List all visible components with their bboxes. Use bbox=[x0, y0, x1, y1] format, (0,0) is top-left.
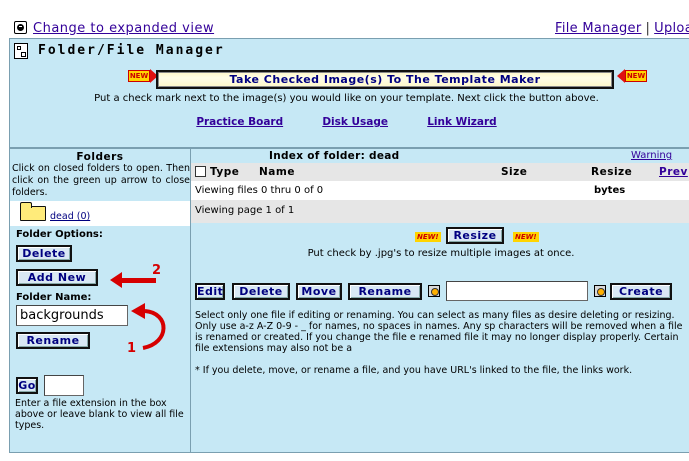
page-count-row: Viewing page 1 of 1 bbox=[191, 200, 689, 223]
header-links: Practice Board Disk Usage Link Wizard bbox=[10, 116, 683, 128]
folder-name-label: Folder Name: bbox=[16, 292, 92, 303]
resize-hint: Put check by .jpg's to resize multiple i… bbox=[307, 248, 575, 259]
viewing-page-text: Viewing page 1 of 1 bbox=[195, 205, 295, 216]
folders-description: Click on closed folders to open. Then cl… bbox=[12, 163, 190, 198]
folder-picker-icon[interactable] bbox=[428, 285, 440, 297]
template-maker-button[interactable]: Take Checked Image(s) To The Template Ma… bbox=[156, 70, 614, 89]
new-arrow-left-icon: NEW bbox=[128, 69, 158, 83]
warning-link[interactable]: Warning bbox=[631, 150, 672, 161]
folders-title: Folders bbox=[76, 151, 124, 163]
file-help-text: Select only one file if editing or renam… bbox=[195, 310, 683, 376]
folder-options-label: Folder Options: bbox=[16, 229, 103, 240]
rename-folder-button[interactable]: Rename bbox=[16, 332, 90, 349]
practice-board-link[interactable]: Practice Board bbox=[196, 116, 283, 128]
folders-panel: Folders Click on closed folders to open.… bbox=[9, 148, 191, 453]
edit-button[interactable]: Edit bbox=[195, 283, 225, 300]
folder-tree-icon bbox=[14, 43, 28, 59]
extension-help-text: Enter a file extension in the box above … bbox=[15, 398, 184, 431]
new-badge: NEW bbox=[128, 70, 150, 82]
add-new-folder-button[interactable]: Add New bbox=[16, 269, 98, 286]
new-arrow-right-icon: NEW bbox=[617, 69, 647, 83]
back-arrow-icon[interactable] bbox=[594, 285, 606, 297]
page-title: Folder/File Manager bbox=[38, 43, 225, 58]
rename-file-button[interactable]: Rename bbox=[348, 283, 422, 300]
file-table-header: Type Name Size Resize Prev bbox=[191, 163, 689, 181]
file-manager-link[interactable]: File Manager bbox=[555, 21, 641, 36]
new-badge: NEW! bbox=[513, 232, 539, 242]
new-badge: NEW! bbox=[415, 232, 441, 242]
folder-item[interactable]: dead (0) bbox=[10, 201, 190, 226]
template-hint: Put a check mark next to the image(s) yo… bbox=[94, 93, 599, 104]
file-count-row: Viewing files 0 thru 0 of 0 bytes bbox=[191, 181, 689, 200]
col-prev-link[interactable]: Prev bbox=[659, 166, 688, 178]
new-badge: NEW bbox=[625, 70, 647, 82]
annotation-number-2: 2 bbox=[152, 263, 162, 278]
link-wizard-link[interactable]: Link Wizard bbox=[427, 116, 496, 128]
header-panel: Folder/File Manager NEW Take Checked Ima… bbox=[9, 38, 689, 148]
col-type: Type bbox=[210, 166, 240, 178]
annotation-arrow-2 bbox=[110, 272, 156, 288]
folder-name-input[interactable]: backgrounds bbox=[16, 305, 128, 326]
go-button[interactable]: Go bbox=[16, 377, 38, 394]
folder-link[interactable]: dead (0) bbox=[50, 211, 90, 222]
viewing-files-text: Viewing files 0 thru 0 of 0 bbox=[195, 185, 324, 196]
col-resize: Resize bbox=[591, 166, 633, 178]
delete-folder-button[interactable]: Delete bbox=[16, 245, 72, 262]
annotation-number-1: 1 bbox=[127, 341, 137, 356]
nav-separator: | bbox=[645, 21, 651, 36]
create-button[interactable]: Create bbox=[610, 283, 672, 300]
index-title: Index of folder: dead bbox=[269, 150, 400, 162]
top-bar: Change to expanded view File Manager | Upl… bbox=[0, 0, 689, 38]
open-folder-icon[interactable] bbox=[20, 202, 46, 221]
bytes-label: bytes bbox=[594, 185, 626, 196]
file-extension-input[interactable] bbox=[44, 375, 84, 396]
expand-view-link[interactable]: Change to expanded view bbox=[33, 21, 214, 36]
file-index-panel: Index of folder: dead Warning Type Name … bbox=[191, 148, 689, 453]
expand-toggle-icon[interactable] bbox=[14, 21, 27, 34]
new-file-name-input[interactable] bbox=[446, 281, 588, 301]
resize-button[interactable]: Resize bbox=[446, 227, 504, 244]
delete-file-button[interactable]: Delete bbox=[232, 283, 290, 300]
col-name: Name bbox=[259, 166, 295, 178]
col-size: Size bbox=[501, 166, 528, 178]
disk-usage-link[interactable]: Disk Usage bbox=[322, 116, 388, 128]
move-button[interactable]: Move bbox=[296, 283, 342, 300]
upload-link[interactable]: Uploa bbox=[654, 21, 689, 36]
top-nav: File Manager | Uploa bbox=[555, 21, 689, 36]
select-all-checkbox[interactable] bbox=[195, 166, 206, 177]
